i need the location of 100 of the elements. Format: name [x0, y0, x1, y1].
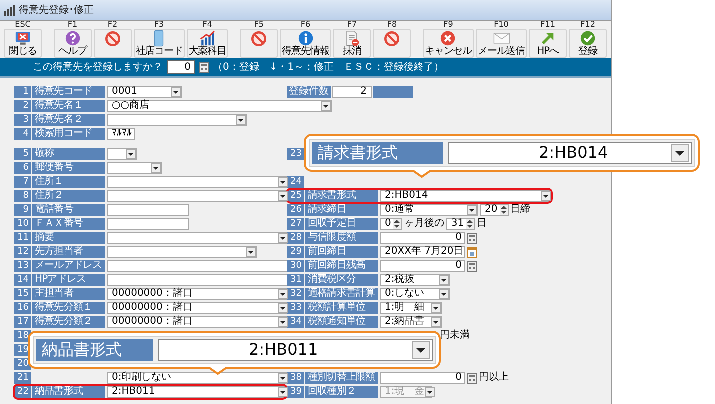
toolbar-button[interactable]: 得意先情報 [280, 29, 332, 58]
row-number: 15 [14, 288, 31, 300]
text-field[interactable] [107, 260, 289, 272]
dropdown-field[interactable] [107, 190, 289, 202]
row-number: 22 [14, 386, 31, 398]
toolbar-button[interactable]: 閉じる [4, 29, 42, 58]
dropdown-field[interactable]: 2:HB014 [448, 142, 692, 164]
field-label: 登録件数 [287, 86, 331, 98]
toolbar-button[interactable] [240, 29, 278, 58]
dropdown-button[interactable] [246, 247, 256, 257]
text-field[interactable] [107, 218, 189, 230]
toolbar-button[interactable]: 大薬科目 [186, 29, 228, 58]
dropdown-field[interactable]: 0:通常 [380, 204, 478, 216]
function-key-label: F4 [202, 21, 212, 29]
dropdown-field[interactable]: 2:HB011 [158, 339, 433, 361]
dropdown-button[interactable] [671, 144, 689, 162]
field-label: 種別切替上限額 [305, 372, 378, 384]
toolbar-button[interactable]: キャンセル [422, 29, 474, 58]
field-label: 前回締日 [305, 246, 378, 258]
dropdown-button[interactable] [171, 87, 181, 97]
function-key-label: F11 [540, 21, 556, 29]
dropdown-field[interactable]: 2:税抜 [380, 274, 450, 286]
row-number: 7 [14, 176, 31, 188]
dropdown-field[interactable]: 2:HB011 [107, 386, 289, 398]
dropdown-field[interactable] [107, 114, 247, 126]
dropdown-field[interactable]: 1:明 細 [380, 302, 442, 314]
spin-button[interactable] [393, 219, 402, 229]
dropdown-field[interactable]: 2:HB014 [380, 190, 552, 202]
text-field[interactable] [107, 274, 289, 286]
dropdown-field[interactable]: 00000000：諸口 [107, 316, 289, 328]
text-field[interactable]: ﾏﾙﾏﾙ [107, 128, 135, 140]
date-field[interactable]: 20XX年 7月20日 [380, 246, 465, 258]
row-number: 3 [14, 114, 31, 126]
calculator-icon [467, 260, 477, 272]
dropdown-button[interactable] [467, 205, 477, 215]
row-number: 10 [14, 218, 31, 230]
field-label: 先方担当者 [32, 246, 105, 258]
dropdown-button[interactable] [151, 163, 161, 173]
unit-label: 日締 [510, 204, 531, 216]
dropdown-field[interactable] [107, 246, 257, 258]
row-number: 28 [287, 232, 304, 244]
function-key-label: F8 [387, 21, 398, 29]
spin-field[interactable]: 0 [380, 218, 402, 230]
spin-field[interactable]: 20 [480, 204, 509, 216]
toolbar-button[interactable]: 登録 [569, 29, 608, 58]
spin-button[interactable] [466, 219, 474, 229]
count-field: 2 [332, 86, 372, 98]
field-label: 住所２ [32, 190, 105, 202]
calculator-icon [467, 372, 477, 384]
prompt-text: この得意先を登録しますか？ [33, 60, 163, 74]
toolbar-button[interactable]: ヘルプ [54, 29, 92, 58]
field-label: 摘要 [32, 232, 105, 244]
dropdown-field[interactable]: ○○商店 [107, 100, 332, 112]
toolbar-button[interactable]: メール送信 [476, 29, 528, 58]
spin-button[interactable] [500, 205, 508, 215]
function-key-label: F10 [494, 21, 509, 29]
toolbar-button[interactable]: 社店コード [134, 29, 185, 58]
dropdown-field[interactable] [107, 148, 137, 160]
dropdown-button[interactable] [321, 101, 331, 111]
dropdown-button[interactable] [278, 233, 288, 243]
function-key-label: F2 [108, 21, 118, 29]
prohibited-icon [249, 30, 270, 48]
field-label: 税額計算単位 [305, 302, 378, 314]
field-label: 主担当者 [32, 288, 105, 300]
number-field[interactable]: 0 [380, 372, 465, 384]
calculator-icon [467, 232, 477, 244]
text-field[interactable] [107, 204, 189, 216]
field-label: HPアドレス [32, 274, 105, 286]
field-label: 得意先コード [32, 86, 105, 98]
field-label: 請求締日 [305, 204, 378, 216]
dropdown-field[interactable]: 00000000：諸口 [107, 302, 289, 314]
number-field[interactable]: 0 [380, 232, 465, 244]
row-number: 38 [287, 372, 304, 384]
row-number: 4 [14, 128, 31, 140]
dropdown-field[interactable]: 2:納品書 [380, 316, 442, 328]
dropdown-field[interactable]: 0:しない [380, 288, 450, 300]
dropdown-field[interactable]: 00000000：諸口 [107, 288, 289, 300]
toolbar-button[interactable]: 抹消 [333, 29, 372, 58]
toolbar-button[interactable]: HPへ [529, 29, 568, 58]
dropdown-field[interactable] [107, 232, 289, 244]
toolbar-button[interactable] [94, 29, 132, 58]
dropdown-button[interactable] [412, 341, 430, 359]
dropdown-field[interactable] [107, 176, 289, 188]
field-label: 適格請求書計算 [305, 288, 378, 300]
field-label: 前回締日残高 [305, 260, 378, 272]
toolbar-button[interactable] [373, 29, 412, 58]
unit-label: 円以上 [479, 372, 509, 384]
row-number: 39 [287, 386, 304, 398]
unit-label: 円未満 [440, 330, 470, 342]
dropdown-button[interactable] [541, 191, 551, 201]
dropdown-field[interactable] [107, 162, 162, 174]
dropdown-field[interactable]: 0001 [107, 86, 182, 98]
field-label: 消費税区分 [305, 274, 378, 286]
field-label: 得意先名１ [32, 100, 105, 112]
answer-field[interactable]: 0 [167, 60, 195, 74]
spin-field[interactable]: 31 [446, 218, 476, 230]
dropdown-button[interactable] [236, 115, 246, 125]
dropdown-button[interactable] [126, 149, 136, 159]
row-number: 11 [14, 232, 31, 244]
number-field[interactable]: 0 [380, 260, 465, 272]
